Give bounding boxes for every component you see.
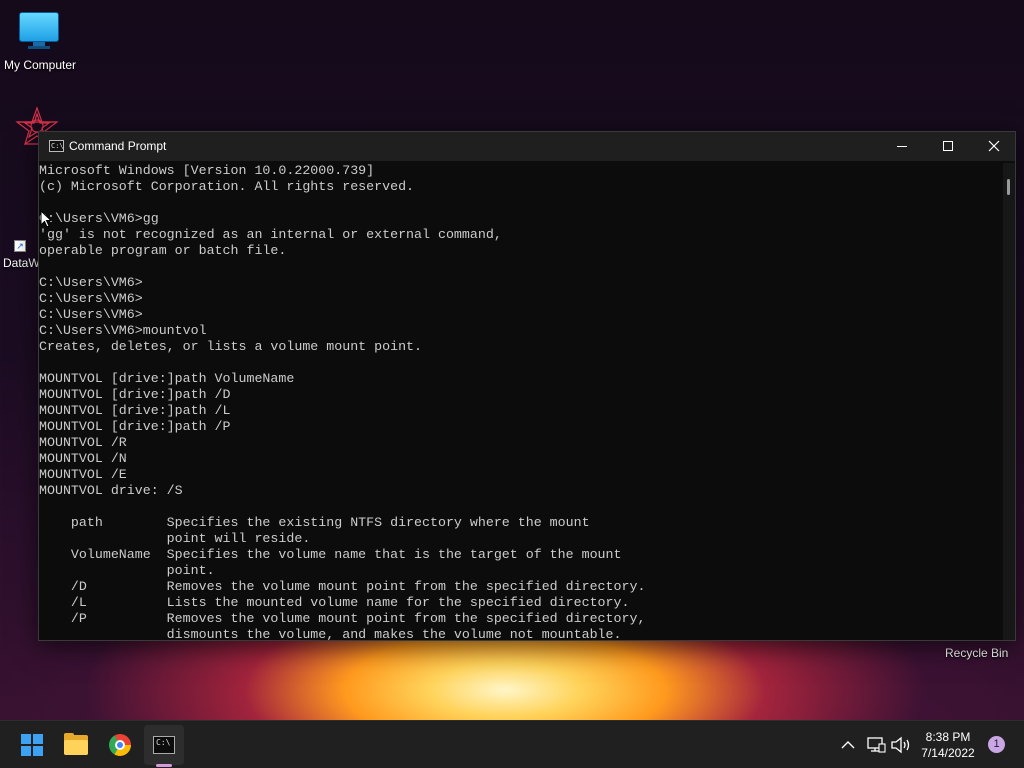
console-line: /P Removes the volume mount point from t… [39, 611, 646, 626]
network-icon[interactable] [866, 735, 886, 755]
console-line: dismounts the volume, and makes the volu… [39, 627, 622, 640]
console-line: C:\Users\VM6>mountvol [39, 323, 207, 338]
close-icon [988, 140, 1000, 152]
start-button[interactable] [12, 725, 52, 765]
taskbar-chrome[interactable] [100, 725, 140, 765]
window-titlebar[interactable]: C:\ Command Prompt [39, 132, 1015, 161]
clock-date: 7/14/2022 [921, 746, 975, 760]
active-app-indicator [156, 764, 172, 767]
taskbar: C:\ 8:38 PM 7/14/2022 1 [0, 720, 1024, 768]
console-output[interactable]: Microsoft Windows [Version 10.0.22000.73… [39, 163, 1001, 640]
console-line: (c) Microsoft Corporation. All rights re… [39, 179, 415, 194]
volume-icon[interactable] [890, 735, 912, 755]
maximize-icon [943, 141, 953, 151]
system-clock[interactable]: 8:38 PM 7/14/2022 [916, 729, 980, 761]
console-line: MOUNTVOL /R [39, 435, 127, 450]
console-line: C:\Users\VM6> [39, 275, 143, 290]
cmd-icon: C:\ [49, 140, 64, 152]
console-line: path Specifies the existing NTFS directo… [39, 515, 590, 530]
console-line: MOUNTVOL drive: /S [39, 483, 183, 498]
monitor-base [28, 46, 50, 49]
notification-badge[interactable]: 1 [988, 736, 1005, 753]
shortcut-arrow-icon: ↗ [14, 240, 26, 252]
console-line: point. [39, 563, 215, 578]
console-line: 'gg' is not recognized as an internal or… [39, 227, 502, 242]
windows-logo-icon [21, 734, 43, 756]
console-line: MOUNTVOL [drive:]path /P [39, 419, 231, 434]
monitor-icon [19, 12, 59, 42]
desktop-icon-recycle-bin[interactable]: Recycle Bin [945, 646, 1008, 660]
command-prompt-window[interactable]: C:\ Command Prompt Microsoft Windows [Ve… [38, 131, 1016, 641]
console-line: MOUNTVOL /E [39, 467, 127, 482]
scrollbar-thumb[interactable] [1007, 179, 1010, 195]
taskbar-command-prompt[interactable]: C:\ [144, 725, 184, 765]
console-line: VolumeName Specifies the volume name tha… [39, 547, 622, 562]
console-line: /L Lists the mounted volume name for the… [39, 595, 630, 610]
window-title: Command Prompt [69, 139, 167, 153]
mouse-pointer-icon [40, 210, 52, 228]
minimize-button[interactable] [879, 132, 925, 161]
clock-time: 8:38 PM [925, 730, 971, 744]
console-line: C:\Users\VM6>gg [39, 211, 159, 226]
vertical-scrollbar[interactable] [1003, 163, 1015, 640]
console-line: Creates, deletes, or lists a volume moun… [39, 339, 423, 354]
console-line: MOUNTVOL [drive:]path VolumeName [39, 371, 295, 386]
console-line: point will reside. [39, 531, 311, 546]
console-line: Microsoft Windows [Version 10.0.22000.73… [39, 163, 375, 178]
console-line: MOUNTVOL /N [39, 451, 127, 466]
close-button[interactable] [971, 132, 1017, 161]
desktop-icon-label: DataW [3, 256, 40, 270]
maximize-button[interactable] [925, 132, 971, 161]
taskbar-file-explorer[interactable] [56, 725, 96, 765]
tray-overflow-chevron-icon[interactable] [838, 735, 858, 755]
desktop-icon-my-computer[interactable]: My Computer [0, 0, 80, 80]
console-line: C:\Users\VM6> [39, 307, 143, 322]
desktop-icon-label: My Computer [3, 58, 77, 72]
cmd-icon: C:\ [153, 736, 175, 754]
console-line: operable program or batch file. [39, 243, 287, 258]
console-line: C:\Users\VM6> [39, 291, 143, 306]
console-line: /D Removes the volume mount point from t… [39, 579, 646, 594]
minimize-icon [897, 146, 907, 147]
console-line: MOUNTVOL [drive:]path /L [39, 403, 231, 418]
console-line: MOUNTVOL [drive:]path /D [39, 387, 231, 402]
